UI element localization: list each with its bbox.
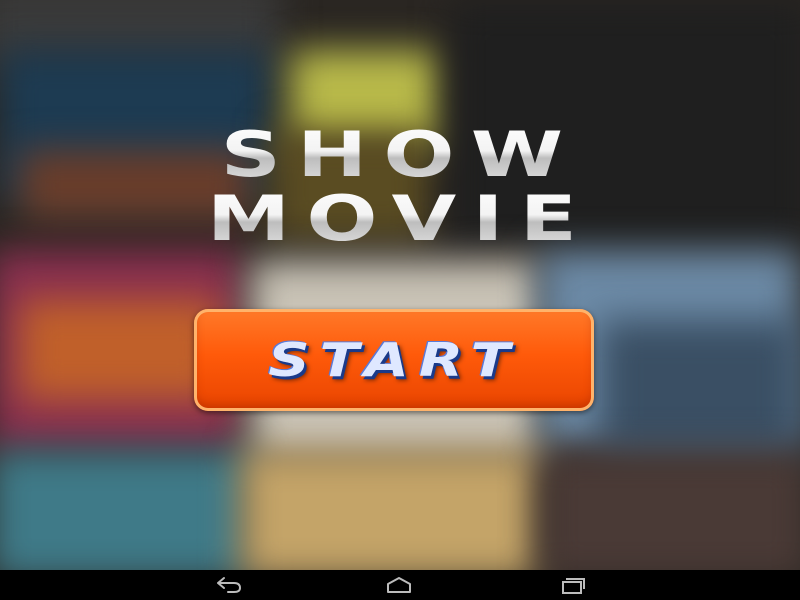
title-movie: MOVIE <box>0 182 800 255</box>
start-button[interactable]: START <box>194 309 594 411</box>
home-button[interactable] <box>369 570 429 600</box>
recents-button[interactable] <box>542 570 602 600</box>
blurred-background <box>0 0 800 570</box>
app-screen: SHOW MOVIE START <box>0 0 800 600</box>
title-show: SHOW <box>0 118 800 191</box>
recents-icon <box>562 578 585 594</box>
back-button[interactable] <box>199 570 259 600</box>
navigation-bar <box>0 570 800 600</box>
back-arrow-icon <box>217 577 241 593</box>
start-button-label: START <box>268 333 520 387</box>
home-icon <box>387 577 411 593</box>
